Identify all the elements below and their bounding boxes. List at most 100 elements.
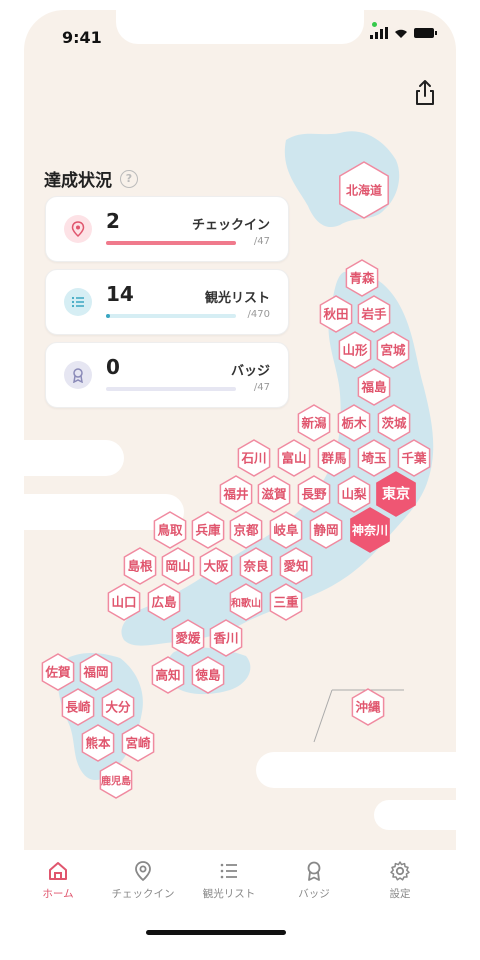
prefecture-hex[interactable]: 長野 — [297, 475, 331, 513]
prefecture-label: 奈良 — [242, 559, 269, 574]
tab-list[interactable]: 観光リスト — [194, 860, 264, 901]
prefecture-hex[interactable]: 鳥取 — [153, 511, 187, 549]
prefecture-label: 新潟 — [301, 416, 327, 431]
prefecture-hex[interactable]: 福井 — [219, 475, 253, 513]
prefecture-label: 佐賀 — [44, 665, 71, 680]
prefecture-hex[interactable]: 沖縄 — [351, 688, 385, 726]
prefecture-hex[interactable]: 秋田 — [319, 295, 353, 333]
prefecture-hex[interactable]: 山口 — [107, 583, 141, 621]
prefecture-hex[interactable]: 宮城 — [376, 331, 410, 369]
tab-home-label: ホーム — [42, 888, 74, 900]
prefecture-label: 長崎 — [65, 700, 91, 715]
prefecture-hex[interactable]: 北海道 — [339, 161, 389, 219]
prefecture-hex[interactable]: 和歌山 — [229, 583, 263, 621]
prefecture-hex[interactable]: 埼玉 — [357, 439, 391, 477]
prefecture-label: 石川 — [240, 451, 266, 466]
prefecture-label: 三重 — [273, 595, 299, 610]
prefecture-hex[interactable]: 大阪 — [199, 547, 233, 585]
prefecture-label: 岐阜 — [273, 523, 299, 538]
prefecture-label: 福島 — [360, 380, 387, 395]
prefecture-label: 福井 — [222, 487, 249, 502]
prefecture-label: 栃木 — [341, 416, 367, 431]
prefecture-label: 埼玉 — [361, 451, 387, 466]
prefecture-label: 宮崎 — [125, 736, 151, 751]
prefecture-hex[interactable]: 青森 — [345, 259, 379, 297]
prefecture-hex[interactable]: 香川 — [209, 619, 243, 657]
prefecture-hex[interactable]: 岐阜 — [269, 511, 303, 549]
prefecture-hex[interactable]: 三重 — [269, 583, 303, 621]
prefecture-label: 千葉 — [401, 451, 427, 466]
prefecture-label: 香川 — [212, 631, 238, 646]
gear-icon — [390, 861, 410, 881]
prefecture-hex[interactable]: 島根 — [123, 547, 157, 585]
prefecture-hex[interactable]: 茨城 — [377, 404, 411, 442]
prefecture-hex[interactable]: 山梨 — [337, 475, 371, 513]
prefecture-hex[interactable]: 岡山 — [161, 547, 195, 585]
prefecture-hex-map: 北海道青森秋田 岩手山形 宮城福島新潟 栃木 茨城石川 富山 群馬 埼玉 千葉福井 滋賀 長野 山梨東… — [41, 161, 431, 799]
prefecture-label: 広島 — [151, 595, 177, 610]
prefecture-hex[interactable]: 山形 — [338, 331, 372, 369]
prefecture-hex[interactable]: 大分 — [101, 688, 135, 726]
tab-bar: ホーム チェックイン 観光リスト バッジ 設定 — [24, 850, 456, 950]
prefecture-hex[interactable]: 岩手 — [357, 295, 391, 333]
prefecture-label: 茨城 — [381, 416, 407, 431]
prefecture-hex[interactable]: 佐賀 — [41, 653, 75, 691]
prefecture-label: 富山 — [281, 451, 306, 466]
prefecture-hex[interactable]: 福島 — [357, 368, 391, 406]
prefecture-label: 神奈川 — [352, 523, 388, 538]
prefecture-label: 岩手 — [360, 307, 387, 322]
prefecture-hex[interactable]: 長崎 — [61, 688, 95, 726]
prefecture-label: 長野 — [301, 487, 327, 502]
tab-settings[interactable]: 設定 — [365, 860, 435, 901]
prefecture-hex[interactable]: 宮崎 — [121, 724, 155, 762]
prefecture-label: 和歌山 — [230, 597, 261, 610]
prefecture-label: 青森 — [349, 271, 375, 286]
prefecture-hex[interactable]: 京都 — [229, 511, 263, 549]
prefecture-label: 静岡 — [313, 523, 338, 538]
phone-frame: 9:41 達成状況 ? 2 チェックイン /47 14 観光リスト /470 0… — [24, 10, 456, 950]
prefecture-hex[interactable]: 新潟 — [297, 404, 331, 442]
prefecture-label: 愛媛 — [175, 631, 201, 646]
prefecture-hex[interactable]: 徳島 — [191, 656, 225, 694]
prefecture-label: 熊本 — [85, 736, 111, 751]
prefecture-hex[interactable]: 高知 — [151, 656, 185, 694]
prefecture-label: 京都 — [233, 523, 259, 538]
prefecture-hex[interactable]: 千葉 — [397, 439, 431, 477]
prefecture-label: 滋賀 — [261, 487, 287, 502]
prefecture-label: 高知 — [155, 668, 180, 683]
tab-home[interactable]: ホーム — [24, 860, 93, 901]
prefecture-hex[interactable]: 愛媛 — [171, 619, 205, 657]
prefecture-hex[interactable]: 奈良 — [239, 547, 273, 585]
prefecture-hex[interactable]: 富山 — [277, 439, 311, 477]
prefecture-hex[interactable]: 広島 — [147, 583, 181, 621]
prefecture-label: 山口 — [111, 595, 136, 610]
prefecture-hex[interactable]: 鹿児島 — [99, 761, 133, 799]
prefecture-hex[interactable]: 東京 — [376, 471, 416, 517]
prefecture-hex[interactable]: 滋賀 — [257, 475, 291, 513]
prefecture-label: 徳島 — [194, 668, 221, 683]
prefecture-label: 大阪 — [203, 559, 229, 574]
prefecture-label: 大分 — [105, 700, 131, 715]
prefecture-label: 鳥取 — [157, 523, 183, 538]
prefecture-hex[interactable]: 静岡 — [309, 511, 343, 549]
prefecture-label: 島根 — [127, 559, 153, 574]
tab-badge-label: バッジ — [298, 888, 330, 900]
tab-checkin[interactable]: チェックイン — [108, 860, 178, 901]
prefecture-label: 兵庫 — [195, 523, 221, 538]
prefecture-label: 沖縄 — [355, 700, 381, 715]
home-screen: 9:41 達成状況 ? 2 チェックイン /47 14 観光リスト /470 0… — [24, 10, 456, 850]
prefecture-hex[interactable]: 兵庫 — [191, 511, 225, 549]
prefecture-label: 北海道 — [346, 183, 382, 198]
prefecture-hex[interactable]: 福岡 — [79, 653, 113, 691]
prefecture-hex[interactable]: 熊本 — [81, 724, 115, 762]
home-indicator — [146, 930, 286, 935]
tab-badge[interactable]: バッジ — [279, 860, 349, 901]
prefecture-hex[interactable]: 石川 — [237, 439, 271, 477]
prefecture-hex[interactable]: 群馬 — [317, 439, 351, 477]
prefecture-hex[interactable]: 神奈川 — [350, 507, 390, 553]
prefecture-label: 群馬 — [320, 451, 346, 466]
prefecture-hex[interactable]: 愛知 — [279, 547, 313, 585]
prefecture-label: 岡山 — [165, 559, 190, 574]
prefecture-label: 山形 — [342, 343, 368, 358]
prefecture-hex[interactable]: 栃木 — [337, 404, 371, 442]
